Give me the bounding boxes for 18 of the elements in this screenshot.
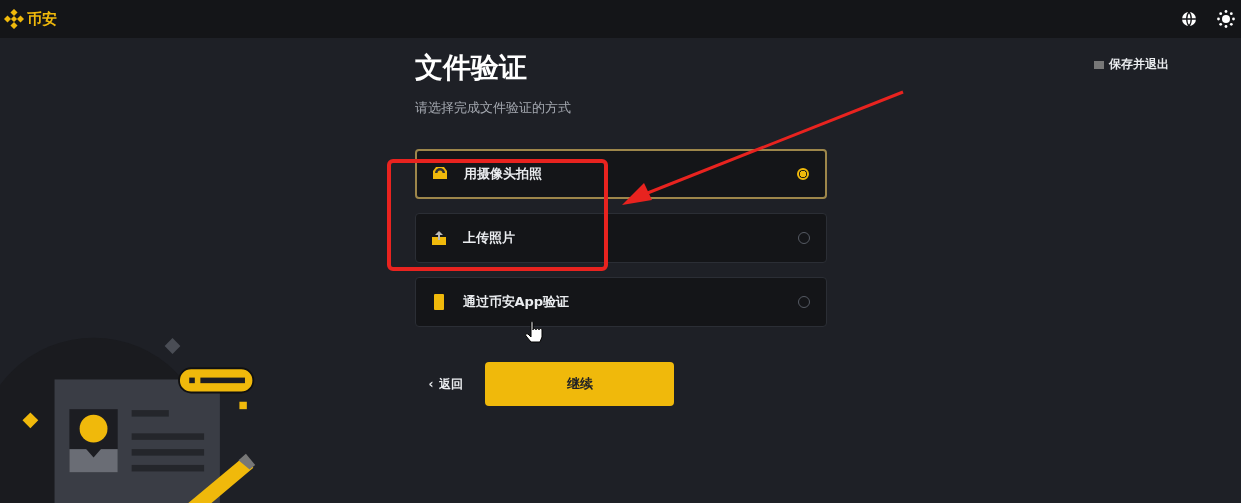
option-card[interactable]: 用摄像头拍照	[414, 149, 827, 199]
save-exit-button[interactable]: 保存并退出	[1094, 56, 1169, 73]
option-label: 通过币安App验证	[462, 293, 571, 311]
globe-icon[interactable]	[1181, 11, 1197, 27]
logo-icon	[4, 9, 24, 29]
sun-icon[interactable]	[1217, 10, 1235, 28]
upload-icon	[429, 229, 448, 247]
brand-name[interactable]: 币安	[27, 9, 57, 29]
option-label: 上传照片	[462, 229, 516, 247]
option-card[interactable]: 上传照片	[414, 213, 827, 263]
hand-cursor-icon	[525, 321, 543, 343]
back-link[interactable]: ‹ 返回	[428, 375, 464, 393]
subtitle: 请选择完成文件验证的方式	[414, 99, 572, 117]
option-label: 用摄像头拍照	[463, 165, 543, 183]
option-card[interactable]: 通过币安App验证	[414, 277, 827, 327]
radio-button[interactable]	[796, 168, 809, 180]
continue-button[interactable]: 继续	[485, 362, 675, 406]
page-title: 文件验证	[414, 50, 528, 86]
